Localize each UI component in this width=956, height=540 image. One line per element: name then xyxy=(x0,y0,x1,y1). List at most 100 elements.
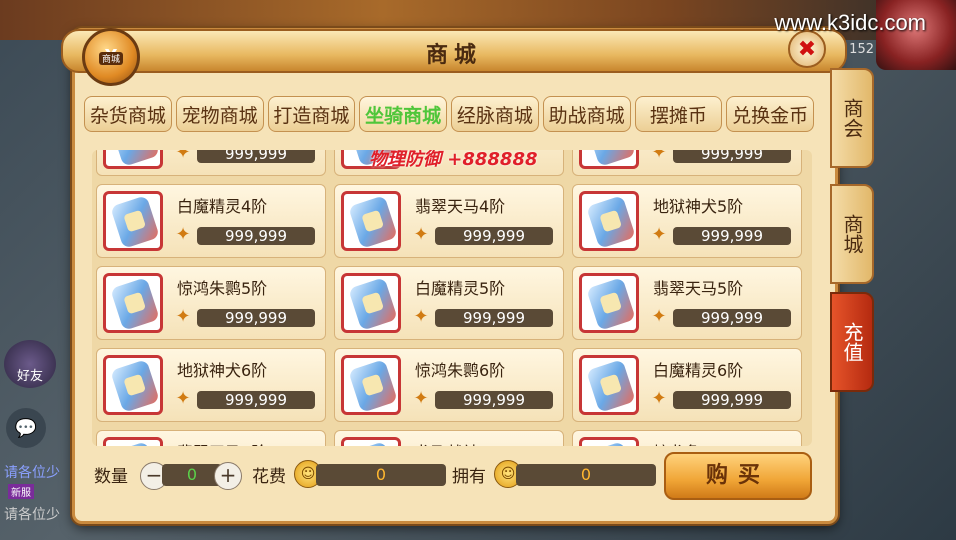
price-row: ✦ 999,999 xyxy=(169,305,319,329)
item-name: 白魔精灵5阶 xyxy=(415,279,506,298)
item-card[interactable]: ✦ 999,999 xyxy=(96,150,326,176)
cost-value: 0 xyxy=(316,464,446,486)
shop-tabs: 杂货商城 宠物商城 打造商城 坐骑商城 经脉商城 助战商城 摆摊币 兑换金币 xyxy=(84,96,814,132)
item-name: 惊鸿朱鹮6阶 xyxy=(415,361,506,380)
price-row: ✦ 999,999 xyxy=(407,305,557,329)
mount-scroll-icon xyxy=(103,191,163,251)
mount-scroll-icon xyxy=(341,355,401,415)
item-card[interactable]: 惊鸿朱鹮5阶 ✦ 999,999 xyxy=(96,266,326,340)
mount-scroll-icon xyxy=(579,437,639,446)
price-row: ✦ 999,999 xyxy=(407,223,557,247)
mount-scroll-icon xyxy=(341,437,401,446)
side-tab-recharge[interactable]: 充值 xyxy=(830,292,874,392)
increase-quantity-button[interactable]: + xyxy=(214,462,242,490)
price-row: ✦ 999,999 xyxy=(645,387,795,411)
item-price: 999,999 xyxy=(673,227,791,245)
close-icon: ✖ xyxy=(797,36,817,62)
chat-message: 请各位少 xyxy=(4,507,60,523)
tab-pet-shop[interactable]: 宠物商城 xyxy=(175,96,264,132)
quantity-input[interactable]: 0 xyxy=(162,464,222,486)
item-card[interactable]: 翡翠天马4阶 ✦ 999,999 xyxy=(334,184,564,258)
shop-title: 商城 xyxy=(425,43,482,68)
tab-mount-shop[interactable]: 坐骑商城 xyxy=(359,96,447,132)
item-name: 地狱神犬6阶 xyxy=(177,361,268,380)
currency-icon: ✦ xyxy=(651,224,667,245)
price-row: ✦ 999,999 xyxy=(169,387,319,411)
item-price: 999,999 xyxy=(435,391,553,409)
item-card[interactable]: 地狱神犬6阶 ✦ 999,999 xyxy=(96,348,326,422)
item-name: 地狱神犬5阶 xyxy=(653,197,744,216)
item-price: 999,999 xyxy=(197,227,315,245)
chat-message: 请各位少 xyxy=(4,465,60,481)
currency-icon: ✦ xyxy=(413,224,429,245)
item-price: 999,999 xyxy=(435,309,553,327)
currency-icon: ✦ xyxy=(413,306,429,327)
item-price: 999,999 xyxy=(197,150,315,163)
item-card[interactable]: 白魔精灵4阶 ✦ 999,999 xyxy=(96,184,326,258)
price-row: ✦ 999,999 xyxy=(645,305,795,329)
item-card[interactable]: 惊鸿朱鹮6阶 ✦ 999,999 xyxy=(334,348,564,422)
item-name: 翡翠天马6阶 xyxy=(177,439,267,446)
chat-icon[interactable]: 💬 xyxy=(6,408,46,448)
item-price: 999,999 xyxy=(673,391,791,409)
mount-scroll-icon xyxy=(579,191,639,251)
item-card[interactable]: ✦ 999,999 xyxy=(572,150,802,176)
price-row: ✦ 999,999 xyxy=(645,150,795,165)
item-name: 惊鸿朱鹮5阶 xyxy=(177,279,268,298)
shop-icon-label: 商城 xyxy=(98,51,123,65)
mount-scroll-icon xyxy=(103,355,163,415)
friend-button[interactable]: 好友 xyxy=(4,340,56,388)
shop-bag-icon: ¥ 商城 xyxy=(82,28,140,86)
currency-icon: ✦ xyxy=(651,306,667,327)
shop-title-bar: 商城 xyxy=(61,29,847,73)
currency-icon: ✦ xyxy=(651,388,667,409)
item-card[interactable]: 翡翠天马6阶 xyxy=(96,430,326,446)
item-card[interactable]: 炫龙龟 xyxy=(572,430,802,446)
item-name: 炫龙龟 xyxy=(653,439,701,446)
price-row: ✦ 999,999 xyxy=(407,387,557,411)
item-price: 999,999 xyxy=(435,227,553,245)
side-tab-shop[interactable]: 商城 xyxy=(830,184,874,284)
currency-icon: ✦ xyxy=(175,224,191,245)
tab-grocery-shop[interactable]: 杂货商城 xyxy=(84,96,172,132)
buy-button[interactable]: 购买 xyxy=(664,452,812,500)
mount-scroll-icon xyxy=(103,273,163,333)
price-row: ✦ 999,999 xyxy=(169,150,319,165)
item-name: 翡翠天马4阶 xyxy=(415,197,506,216)
server-tag: 新服 xyxy=(8,484,34,499)
item-grid: ✦ 999,999 物理防御 +888888 ✦ 999,999 白魔精灵4阶 ✦ 999,9… xyxy=(92,150,812,446)
item-card[interactable]: 翡翠天马5阶 ✦ 999,999 xyxy=(572,266,802,340)
currency-icon: ✦ xyxy=(175,150,191,163)
owned-label: 拥有 xyxy=(452,467,486,487)
friend-label: 好友 xyxy=(16,369,43,384)
item-list[interactable]: ✦ 999,999 物理防御 +888888 ✦ 999,999 白魔精灵4阶 ✦ 999,9… xyxy=(92,150,812,446)
item-card[interactable]: 白魔精灵5阶 ✦ 999,999 xyxy=(334,266,564,340)
item-name: 白魔精灵4阶 xyxy=(177,197,268,216)
currency-icon: ✦ xyxy=(413,388,429,409)
item-price: 999,999 xyxy=(673,309,791,327)
item-name: 龙飞战神 xyxy=(415,439,479,446)
tab-forge-shop[interactable]: 打造商城 xyxy=(267,96,356,132)
tab-meridian-shop[interactable]: 经脉商城 xyxy=(451,96,539,132)
purchase-bar: 数量 − 0 + 花费 ☺ 0 拥有 ☺ 0 购买 xyxy=(92,452,814,500)
side-tab-trade-guild[interactable]: 商会 xyxy=(830,68,874,168)
item-card[interactable]: 地狱神犬5阶 ✦ 999,999 xyxy=(572,184,802,258)
mount-scroll-icon xyxy=(341,273,401,333)
item-card[interactable]: 物理防御 +888888 xyxy=(334,150,564,176)
quantity-label: 数量 xyxy=(94,467,128,487)
item-price: 999,999 xyxy=(197,309,315,327)
watermark-text: www.k3idc.com xyxy=(774,10,926,35)
tab-assist-shop[interactable]: 助战商城 xyxy=(542,96,631,132)
currency-icon: ✦ xyxy=(175,306,191,327)
tab-exchange-gold[interactable]: 兑换金币 xyxy=(726,96,814,132)
item-name: 翡翠天马5阶 xyxy=(653,279,744,298)
owned-value: 0 xyxy=(516,464,656,486)
mount-scroll-icon xyxy=(579,150,639,169)
currency-icon: ✦ xyxy=(651,150,667,163)
mount-scroll-icon xyxy=(341,191,401,251)
item-card[interactable]: 龙飞战神 xyxy=(334,430,564,446)
mount-scroll-icon xyxy=(103,150,163,169)
cost-label: 花费 xyxy=(252,467,286,487)
item-card[interactable]: 白魔精灵6阶 ✦ 999,999 xyxy=(572,348,802,422)
tab-stall-coin[interactable]: 摆摊币 xyxy=(634,96,723,132)
